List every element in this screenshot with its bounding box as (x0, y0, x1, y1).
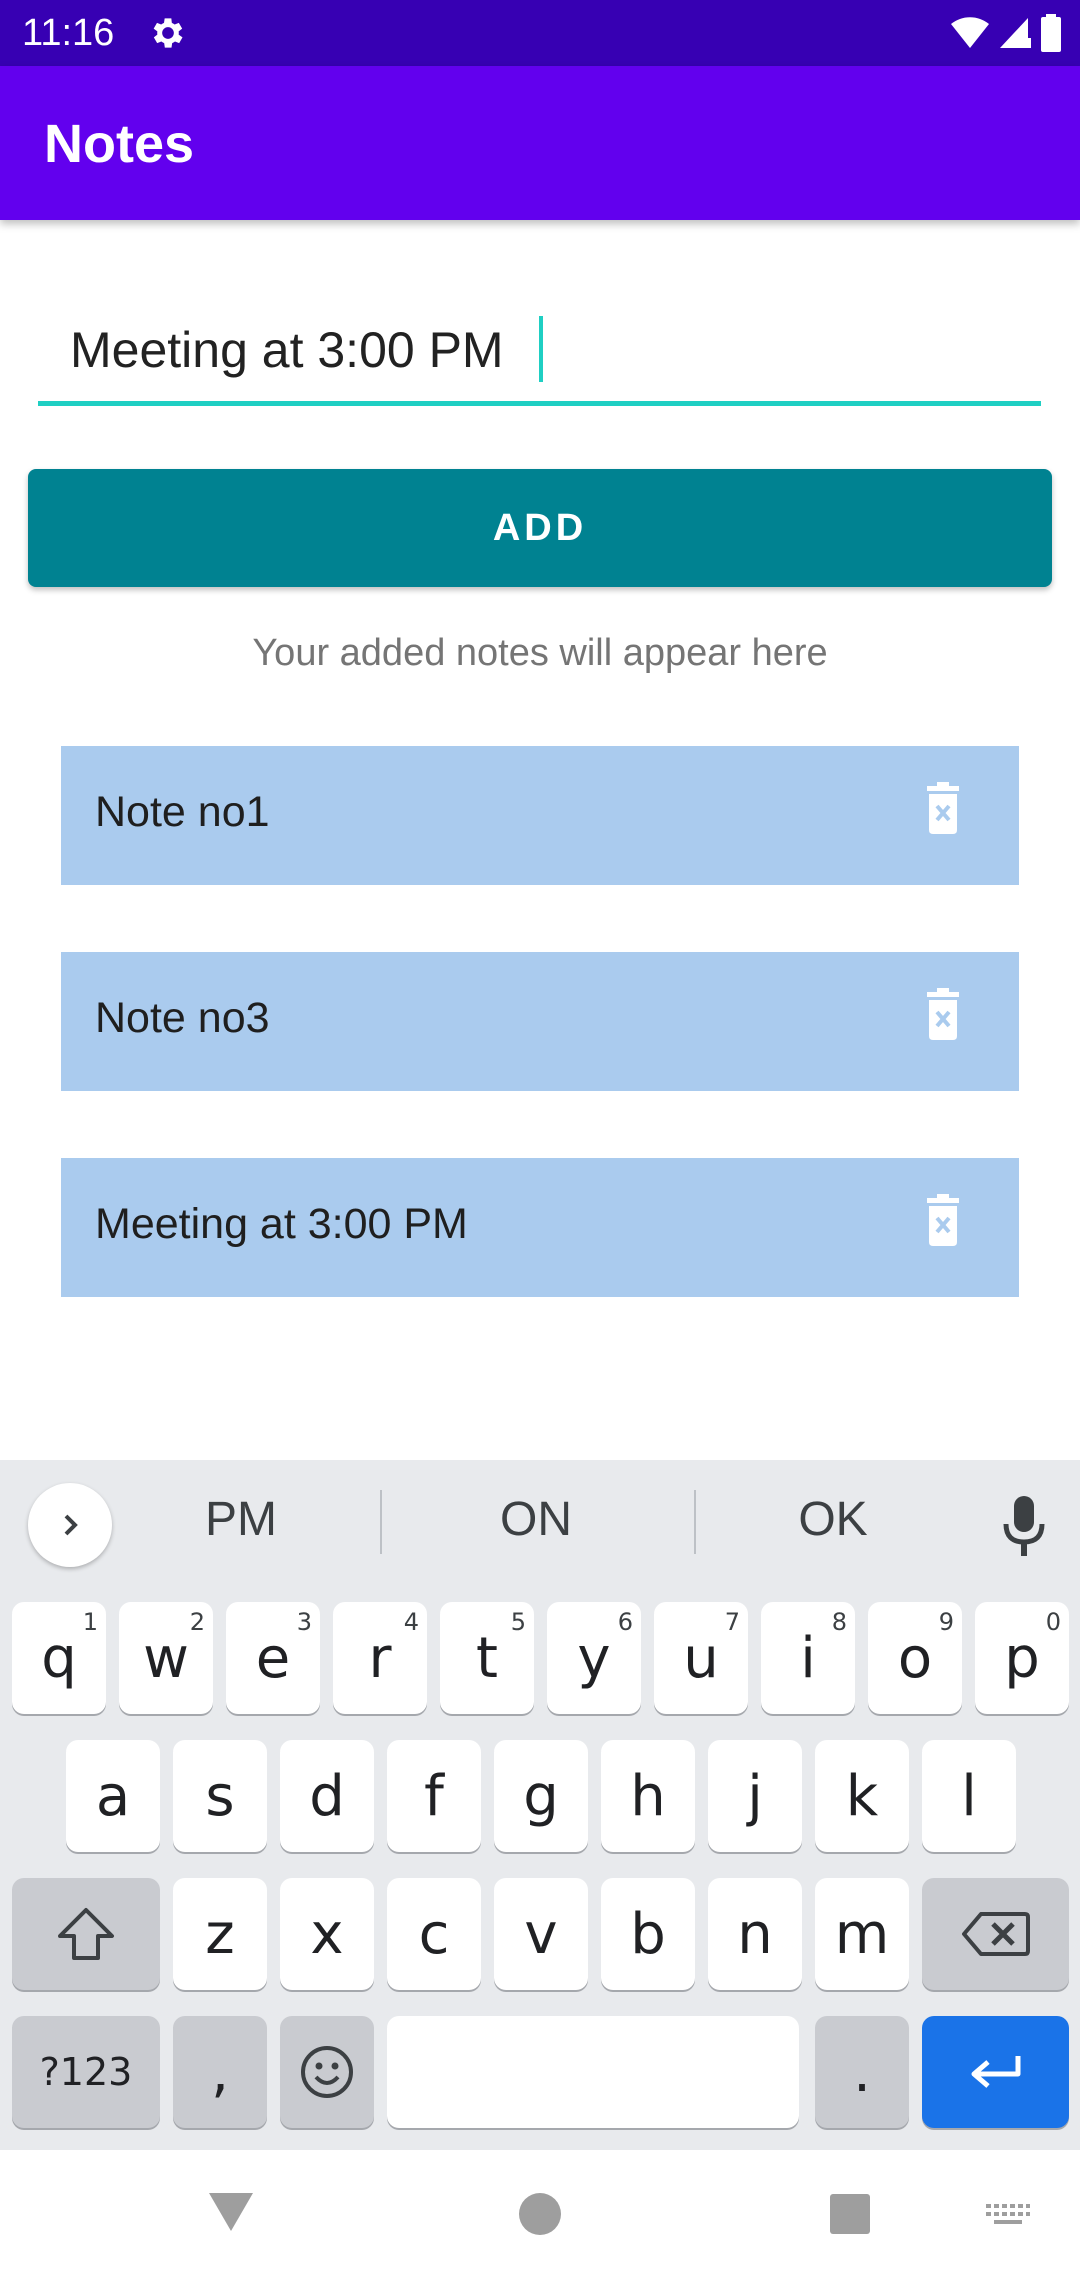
app-title: Notes (44, 114, 195, 174)
key-hint: 3 (296, 1608, 312, 1636)
key-hint: 8 (831, 1608, 847, 1636)
key-n[interactable]: n (708, 1878, 802, 1990)
add-button[interactable]: ADD (28, 469, 1052, 587)
key-g[interactable]: g (494, 1740, 588, 1852)
key-label: q (41, 1625, 77, 1691)
note-item[interactable]: Meeting at 3:00 PM (61, 1158, 1019, 1297)
emoji-icon (301, 2046, 353, 2098)
suggestion-strip: PM ON OK (0, 1460, 1080, 1580)
symbols-key[interactable]: ?123 (12, 2016, 160, 2128)
key-label: p (1004, 1625, 1040, 1691)
key-r[interactable]: r4 (333, 1602, 427, 1714)
home-circle-icon[interactable] (518, 2192, 562, 2236)
suggestion-item[interactable]: ON (436, 1492, 636, 1547)
note-item[interactable]: Note no1 (61, 746, 1019, 885)
settings-gear-icon (153, 18, 183, 48)
key-hint: 0 (1045, 1608, 1061, 1636)
suggestion-item[interactable]: PM (141, 1492, 341, 1547)
period-key[interactable]: . (815, 2016, 909, 2128)
chevron-right-icon (64, 1514, 78, 1536)
key-label: i (800, 1625, 816, 1691)
key-z[interactable]: z (173, 1878, 267, 1990)
key-b[interactable]: b (601, 1878, 695, 1990)
status-icons (950, 12, 1062, 54)
soft-keyboard: PM ON OK q1 w2 e3 r4 t5 y6 u7 i8 o9 p0 a… (0, 1460, 1080, 2150)
key-e[interactable]: e3 (226, 1602, 320, 1714)
key-p[interactable]: p0 (975, 1602, 1069, 1714)
notes-hint-text: Your added notes will appear here (252, 632, 828, 674)
battery-icon (1041, 14, 1061, 52)
key-hint: 6 (617, 1608, 633, 1636)
key-t[interactable]: t5 (440, 1602, 534, 1714)
cell-signal-icon (1000, 18, 1031, 48)
note-input-container[interactable] (38, 300, 1041, 406)
key-hint: 2 (189, 1608, 205, 1636)
key-i[interactable]: i8 (761, 1602, 855, 1714)
input-underline (38, 401, 1041, 406)
suggestion-item[interactable]: OK (733, 1492, 933, 1547)
emoji-key[interactable] (280, 2016, 374, 2128)
key-l[interactable]: l (922, 1740, 1016, 1852)
delete-icon[interactable] (923, 988, 963, 1040)
expand-toolbar-button[interactable] (28, 1483, 112, 1567)
key-x[interactable]: x (280, 1878, 374, 1990)
key-hint: 1 (82, 1608, 98, 1636)
note-text: Note no1 (95, 788, 270, 836)
comma-key[interactable]: , (173, 2016, 267, 2128)
wifi-icon (951, 17, 989, 48)
key-h[interactable]: h (601, 1740, 695, 1852)
key-label: t (476, 1625, 498, 1691)
backspace-key[interactable] (922, 1878, 1069, 1990)
app-bar: Notes (0, 66, 1080, 220)
backspace-icon (961, 1912, 1030, 1956)
space-key[interactable] (387, 2016, 799, 2128)
key-u[interactable]: u7 (654, 1602, 748, 1714)
key-label: r (368, 1625, 392, 1691)
status-bar: 11:16 (0, 0, 1080, 66)
recents-square-icon[interactable] (828, 2192, 872, 2236)
note-text: Note no3 (95, 994, 270, 1042)
key-c[interactable]: c (387, 1878, 481, 1990)
shift-key[interactable] (12, 1878, 160, 1990)
enter-arrow-icon (971, 2056, 1020, 2088)
key-f[interactable]: f (387, 1740, 481, 1852)
delete-icon[interactable] (923, 1194, 963, 1246)
keyboard-switch-icon[interactable] (986, 2204, 1030, 2232)
key-v[interactable]: v (494, 1878, 588, 1990)
key-k[interactable]: k (815, 1740, 909, 1852)
key-label: w (143, 1625, 189, 1691)
key-label: u (683, 1625, 719, 1691)
status-time: 11:16 (22, 12, 115, 54)
key-o[interactable]: o9 (868, 1602, 962, 1714)
key-hint: 7 (724, 1608, 740, 1636)
key-j[interactable]: j (708, 1740, 802, 1852)
suggestion-divider (380, 1490, 382, 1554)
delete-icon[interactable] (923, 782, 963, 834)
note-text: Meeting at 3:00 PM (95, 1200, 468, 1248)
suggestion-divider (694, 1490, 696, 1554)
navigation-bar (0, 2150, 1080, 2280)
key-hint: 9 (938, 1608, 954, 1636)
key-w[interactable]: w2 (119, 1602, 213, 1714)
note-item[interactable]: Note no3 (61, 952, 1019, 1091)
back-triangle-icon[interactable] (206, 2190, 256, 2234)
key-y[interactable]: y6 (547, 1602, 641, 1714)
key-m[interactable]: m (815, 1878, 909, 1990)
enter-key[interactable] (922, 2016, 1069, 2128)
key-label: y (577, 1625, 611, 1691)
key-label: o (897, 1625, 933, 1691)
key-q[interactable]: q1 (12, 1602, 106, 1714)
key-label: e (255, 1625, 291, 1691)
key-s[interactable]: s (173, 1740, 267, 1852)
shift-arrow-icon (58, 1908, 114, 1960)
text-cursor (539, 316, 543, 382)
key-hint: 4 (403, 1608, 419, 1636)
key-hint: 5 (510, 1608, 526, 1636)
key-d[interactable]: d (280, 1740, 374, 1852)
microphone-icon[interactable] (998, 1494, 1050, 1558)
key-a[interactable]: a (66, 1740, 160, 1852)
